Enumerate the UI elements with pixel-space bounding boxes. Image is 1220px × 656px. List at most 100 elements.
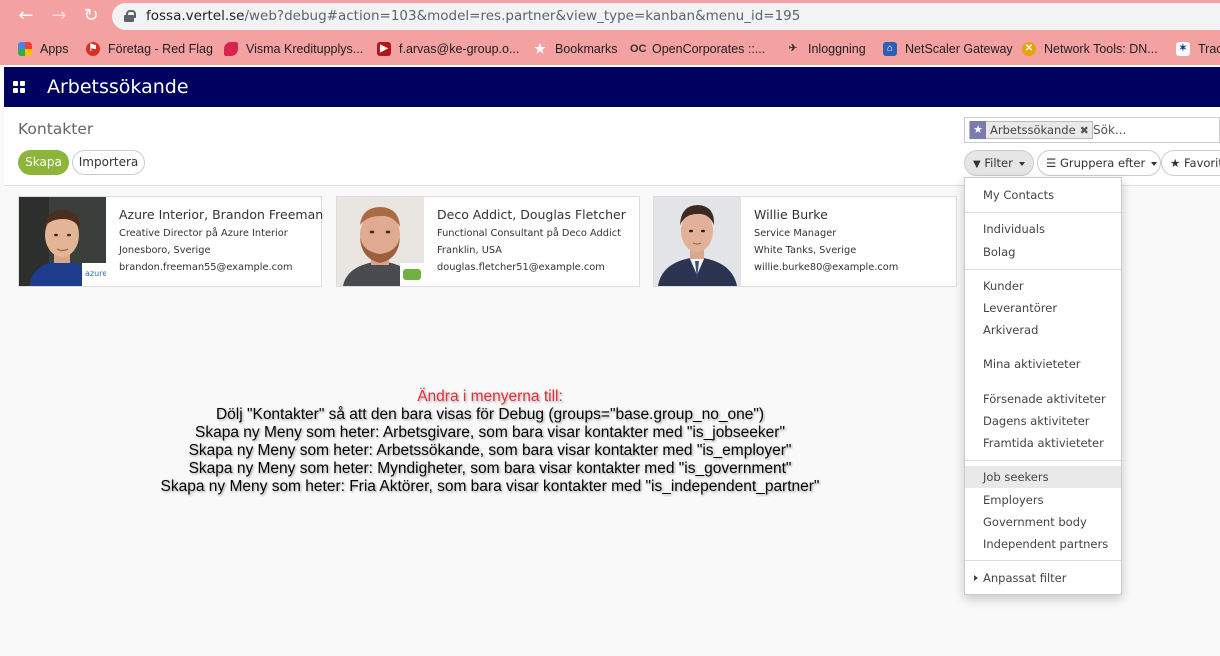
card-location: Jonesboro, Sverige	[119, 245, 211, 256]
search-input[interactable]	[1093, 120, 1213, 140]
bookmark-red-flag[interactable]: ⚑ Företag - Red Flag	[86, 41, 213, 57]
app-title[interactable]: Arbetssökande	[47, 76, 189, 98]
filter-item-employers[interactable]: Employers	[965, 489, 1121, 511]
visma-icon	[224, 42, 238, 56]
contact-photo: azure	[19, 197, 106, 286]
favorites-label: Favorit	[1183, 156, 1220, 170]
card-job-title: Functional Consultant på Deco Addict	[437, 228, 621, 239]
card-email: brandon.freeman55@example.com	[119, 262, 293, 273]
facet-label: Arbetssökande	[990, 123, 1076, 137]
bookmark-opencorporates[interactable]: OC OpenCorporates ::...	[630, 41, 765, 57]
bookmark-inloggning[interactable]: ✈ Inloggning	[786, 41, 866, 57]
divider	[965, 212, 1121, 213]
bookmark-apps[interactable]: Apps	[18, 41, 69, 57]
create-button[interactable]: Skapa	[18, 150, 69, 175]
star-icon: ★	[1170, 156, 1181, 170]
list-icon: ☰	[1046, 156, 1057, 170]
contact-photo	[654, 197, 741, 286]
filter-item-independent-partners[interactable]: Independent partners	[965, 533, 1121, 555]
groupby-button[interactable]: ☰ Gruppera efter	[1037, 150, 1161, 176]
note-line: Dölj "Kontakter" så att den bara visas f…	[215, 406, 765, 423]
back-arrow-icon[interactable]: ←	[16, 6, 36, 26]
bookmark-label: Bookmarks	[555, 42, 618, 56]
divider	[965, 460, 1121, 461]
filter-item-mina-aktiviteter[interactable]: Mina aktivieteter	[965, 353, 1121, 375]
card-email: willie.burke80@example.com	[754, 262, 899, 273]
bookmark-network-tools[interactable]: ✕ Network Tools: DN...	[1022, 41, 1158, 57]
filter-item-my-contacts[interactable]: My Contacts	[965, 184, 1121, 206]
kanban-card[interactable]: Deco Addict, Douglas Fletcher Functional…	[336, 196, 640, 287]
close-icon[interactable]: ✖	[1080, 124, 1092, 137]
note-line: Skapa ny Meny som heter: Fria Aktörer, s…	[160, 478, 820, 495]
address-bar[interactable]: fossa.vertel.se/web?debug#action=103&mod…	[112, 3, 1220, 30]
filter-item-arkiverad[interactable]: Arkiverad	[965, 319, 1121, 341]
breadcrumb: Kontakter	[18, 120, 94, 138]
import-button[interactable]: Importera	[72, 150, 145, 175]
filter-label: Filter	[984, 156, 1013, 170]
bookmark-visma[interactable]: Visma Kreditupplys...	[224, 41, 363, 57]
funnel-icon: ▼	[973, 159, 981, 170]
gateway-icon: ⌂	[883, 42, 897, 56]
caret-down-icon	[1151, 161, 1158, 166]
apps-grid-icon	[18, 42, 32, 56]
bookmark-netscaler[interactable]: ⌂ NetScaler Gateway	[883, 41, 1013, 57]
bookmark-label: f.arvas@ke-group.o...	[399, 42, 520, 56]
filter-item-government-body[interactable]: Government body	[965, 511, 1121, 533]
forward-arrow-icon[interactable]: →	[49, 6, 69, 26]
custom-filter-toggle[interactable]: Anpassat filter	[965, 567, 1121, 589]
bookmark-label: Visma Kreditupplys...	[246, 42, 364, 56]
bookmarks-bar: Apps ⚑ Företag - Red Flag Visma Kreditup…	[0, 33, 1220, 65]
filter-item-individuals[interactable]: Individuals	[965, 218, 1121, 240]
apps-menu-icon[interactable]	[13, 81, 25, 93]
card-job-title: Service Manager	[754, 228, 837, 239]
filter-item-dagens-aktiviteter[interactable]: Dagens aktiviteter	[965, 410, 1121, 432]
note-line: Skapa ny Meny som heter: Myndigheter, so…	[188, 460, 792, 477]
groupby-label: Gruppera efter	[1059, 156, 1146, 170]
browser-toolbar: ← → ↻ fossa.vertel.se/web?debug#action=1…	[0, 0, 1220, 33]
star-icon: ★	[970, 121, 986, 139]
url-host: fossa.vertel.se	[146, 8, 245, 24]
opencorporates-icon: OC	[630, 43, 647, 55]
kanban-card[interactable]: Willie Burke Service Manager White Tanks…	[653, 196, 957, 287]
filter-item-job-seekers[interactable]: Job seekers	[965, 466, 1121, 488]
card-location: Franklin, USA	[437, 245, 502, 256]
trac-icon: ✶	[1176, 42, 1190, 56]
note-line: Skapa ny Meny som heter: Arbetsgivare, s…	[195, 424, 785, 441]
filter-item-framtida-aktiviteter[interactable]: Framtida aktivieteter	[965, 432, 1121, 454]
filter-button[interactable]: ▼ Filter	[964, 150, 1034, 176]
card-job-title: Creative Director på Azure Interior	[119, 228, 288, 239]
bookmark-bookmarks[interactable]: ★ Bookmarks	[533, 41, 618, 57]
search-facet: ★ Arbetssökande ✖	[969, 121, 1093, 139]
search-box[interactable]: ★ Arbetssökande ✖	[964, 117, 1220, 143]
bookmark-mail[interactable]: ▶ f.arvas@ke-group.o...	[377, 41, 519, 57]
bookmark-label: Företag - Red Flag	[108, 42, 213, 56]
kanban-card[interactable]: azure Azure Interior, Brandon Freeman Cr…	[18, 196, 323, 287]
mail-icon: ▶	[377, 42, 391, 56]
card-name: Willie Burke	[754, 207, 828, 222]
url-path: /web?debug#action=103&model=res.partner&…	[244, 8, 801, 24]
bookmark-label: Inloggning	[808, 42, 866, 56]
filter-item-leverantorer[interactable]: Leverantörer	[965, 297, 1121, 319]
bookmark-label: Network Tools: DN...	[1044, 42, 1158, 56]
favorites-button[interactable]: ★ Favorit	[1161, 150, 1220, 176]
bookmark-label: OpenCorporates ::...	[652, 42, 766, 56]
divider	[965, 560, 1121, 561]
card-email: douglas.fletcher51@example.com	[437, 262, 605, 273]
filter-item-forsenade-aktiviteter[interactable]: Försenade aktiviteter	[965, 388, 1121, 410]
filter-item-bolag[interactable]: Bolag	[965, 241, 1121, 263]
bookmark-label: NetScaler Gateway	[905, 42, 1013, 56]
control-panel: Kontakter Skapa Importera ★ Arbetssökand…	[4, 107, 1220, 186]
caret-down-icon	[1018, 161, 1025, 166]
bookmark-label: Trac	[1198, 42, 1220, 56]
lock-icon	[124, 10, 136, 22]
network-tools-icon: ✕	[1022, 42, 1036, 56]
bird-icon: ✈	[788, 43, 798, 54]
bookmark-label: Apps	[40, 42, 69, 56]
red-flag-icon: ⚑	[86, 42, 100, 56]
card-location: White Tanks, Sverige	[754, 245, 857, 256]
reload-icon[interactable]: ↻	[81, 6, 101, 26]
filter-item-kunder[interactable]: Kunder	[965, 275, 1121, 297]
bookmark-trac[interactable]: ✶ Trac	[1176, 41, 1220, 57]
annotation-note: Ändra i menyerna till: Dölj "Kontakter" …	[140, 388, 840, 496]
card-name: Deco Addict, Douglas Fletcher	[437, 207, 626, 222]
